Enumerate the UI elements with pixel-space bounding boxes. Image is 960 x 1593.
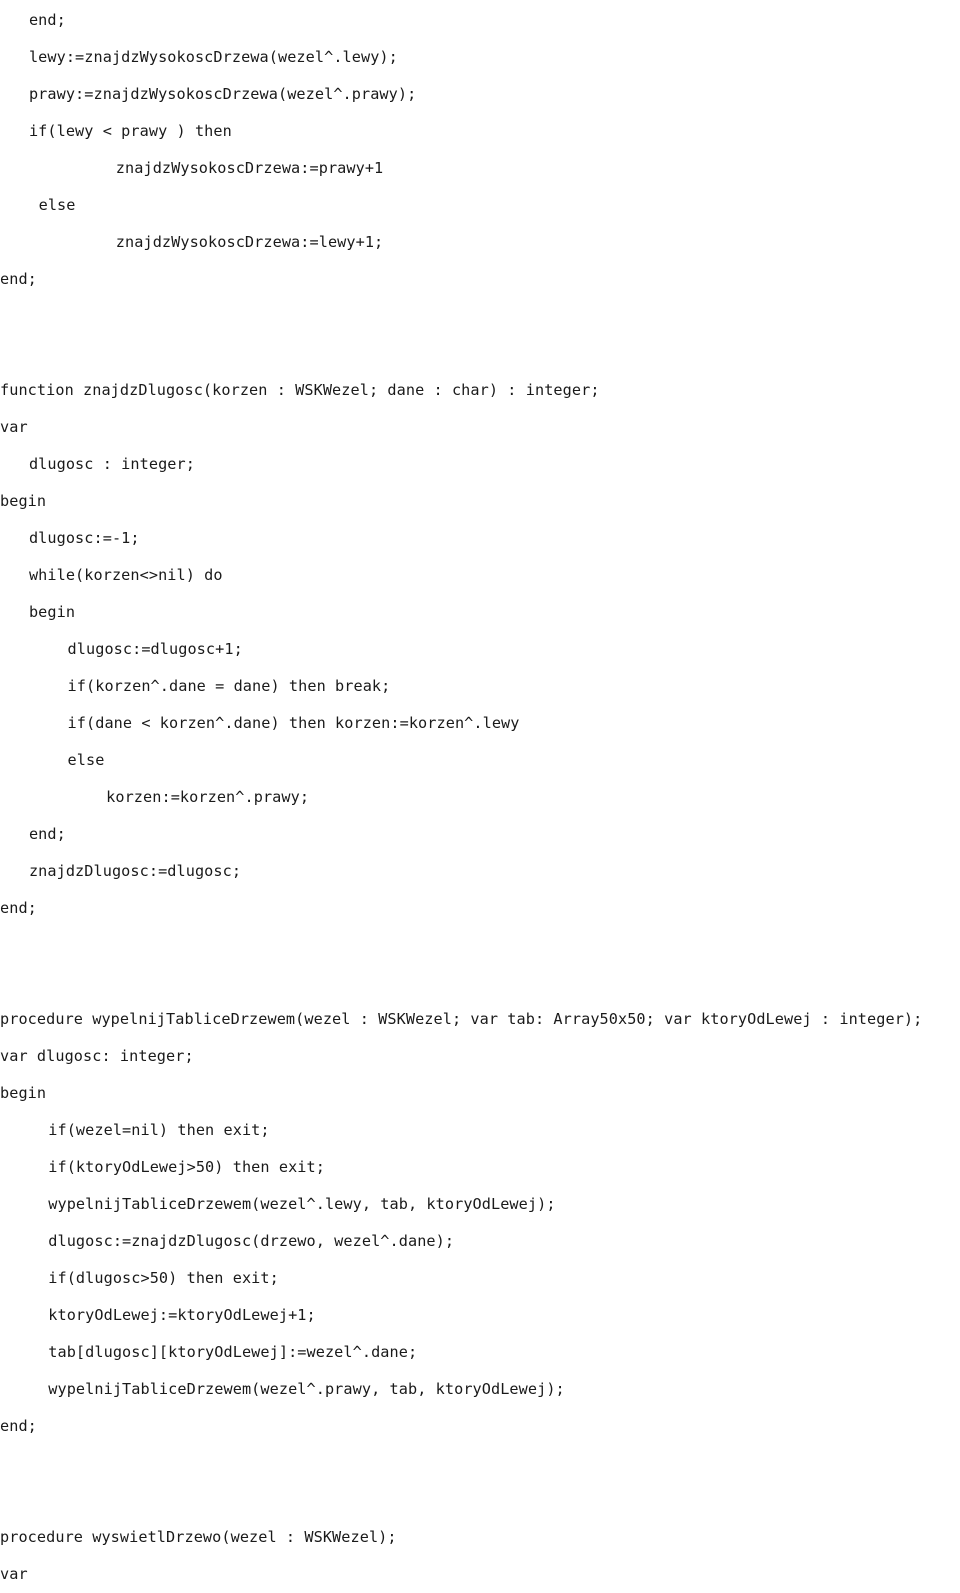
code-line-text: dlugosc:=dlugosc+1; xyxy=(67,640,243,658)
code-line: dlugosc:=dlugosc+1; xyxy=(0,631,960,668)
document-page: end; lewy:=znajdzWysokoscDrzewa(wezel^.le… xyxy=(0,0,960,1583)
code-line-text: prawy:=znajdzWysokoscDrzewa(wezel^.prawy… xyxy=(28,85,417,103)
code-line-text: znajdzDlugosc:=dlugosc; xyxy=(28,862,242,880)
code-line: lewy:=znajdzWysokoscDrzewa(wezel^.lewy); xyxy=(0,39,960,76)
code-line: while(korzen<>nil) do xyxy=(0,557,960,594)
code-line: dlugosc:=znajdzDlugosc(drzewo, wezel^.da… xyxy=(0,1223,960,1260)
code-line: wypelnijTabliceDrzewem(wezel^.lewy, tab,… xyxy=(0,1186,960,1223)
code-line: if(ktoryOdLewej>50) then exit; xyxy=(0,1149,960,1186)
code-line-text: begin xyxy=(28,603,76,621)
code-line: if(wezel=nil) then exit; xyxy=(0,1112,960,1149)
code-line-text: znajdzWysokoscDrzewa:=prawy+1 xyxy=(115,159,384,177)
code-line-text: tab[dlugosc][ktoryOdLewej]:=wezel^.dane; xyxy=(48,1343,418,1361)
code-line: if(lewy < prawy ) then xyxy=(0,113,960,150)
code-line-text: else xyxy=(38,196,76,214)
code-line: begin xyxy=(0,1075,960,1112)
code-line: znajdzDlugosc:=dlugosc; xyxy=(0,853,960,890)
code-line-text: end; xyxy=(28,11,66,29)
code-line-text: end; xyxy=(0,899,37,917)
code-line: korzen:=korzen^.prawy; xyxy=(0,779,960,816)
code-line: function znajdzDlugosc(korzen : WSKWezel… xyxy=(0,372,960,409)
code-line: procedure wypelnijTabliceDrzewem(wezel :… xyxy=(0,1001,960,1038)
code-line-text: if(dlugosc>50) then exit; xyxy=(48,1269,279,1287)
code-line: var xyxy=(0,1556,960,1593)
code-line-text: if(ktoryOdLewej>50) then exit; xyxy=(48,1158,325,1176)
code-line-text: if(korzen^.dane = dane) then break; xyxy=(67,677,391,695)
code-line-text: dlugosc : integer; xyxy=(28,455,195,473)
code-line-text: function znajdzDlugosc(korzen : WSKWezel… xyxy=(0,381,600,399)
code-line: var dlugosc: integer; xyxy=(0,1038,960,1075)
code-line-text: wypelnijTabliceDrzewem(wezel^.lewy, tab,… xyxy=(48,1195,556,1213)
code-line: znajdzWysokoscDrzewa:=lewy+1; xyxy=(0,224,960,261)
code-line-text: dlugosc:=-1; xyxy=(28,529,140,547)
code-line-text: var xyxy=(0,1565,28,1583)
code-line-text: if(wezel=nil) then exit; xyxy=(48,1121,270,1139)
code-line-text: korzen:=korzen^.prawy; xyxy=(106,788,310,806)
code-line-text: var xyxy=(0,418,28,436)
code-line-text: begin xyxy=(0,1084,47,1102)
code-line: if(dane < korzen^.dane) then korzen:=kor… xyxy=(0,705,960,742)
code-line-text: procedure wyswietlDrzewo(wezel : WSKWeze… xyxy=(0,1528,397,1546)
code-line-text: procedure wypelnijTabliceDrzewem(wezel :… xyxy=(0,1010,923,1028)
code-line: end; xyxy=(0,890,960,927)
code-line: else xyxy=(0,187,960,224)
code-line: end; xyxy=(0,261,960,298)
code-line: wypelnijTabliceDrzewem(wezel^.prawy, tab… xyxy=(0,1371,960,1408)
code-listing: end; lewy:=znajdzWysokoscDrzewa(wezel^.le… xyxy=(0,0,960,1593)
code-line: var xyxy=(0,409,960,446)
code-line: dlugosc:=-1; xyxy=(0,520,960,557)
code-line-text: dlugosc:=znajdzDlugosc(drzewo, wezel^.da… xyxy=(48,1232,455,1250)
code-line-text: while(korzen<>nil) do xyxy=(28,566,223,584)
code-line: if(dlugosc>50) then exit; xyxy=(0,1260,960,1297)
code-line-text: if(dane < korzen^.dane) then korzen:=kor… xyxy=(67,714,520,732)
code-line-text: end; xyxy=(0,270,37,288)
code-line: else xyxy=(0,742,960,779)
code-line: prawy:=znajdzWysokoscDrzewa(wezel^.prawy… xyxy=(0,76,960,113)
code-line-text: znajdzWysokoscDrzewa:=lewy+1; xyxy=(115,233,384,251)
code-line: end; xyxy=(0,816,960,853)
code-line-text: end; xyxy=(28,825,66,843)
code-line: if(korzen^.dane = dane) then break; xyxy=(0,668,960,705)
code-line: dlugosc : integer; xyxy=(0,446,960,483)
code-line-text: wypelnijTabliceDrzewem(wezel^.prawy, tab… xyxy=(48,1380,565,1398)
code-line: end; xyxy=(0,2,960,39)
code-line-text: if(lewy < prawy ) then xyxy=(28,122,232,140)
code-line-text: else xyxy=(67,751,105,769)
code-line: ktoryOdLewej:=ktoryOdLewej+1; xyxy=(0,1297,960,1334)
code-line: end; xyxy=(0,1408,960,1445)
code-line-text: var dlugosc: integer; xyxy=(0,1047,194,1065)
code-line-text: lewy:=znajdzWysokoscDrzewa(wezel^.lewy); xyxy=(28,48,398,66)
code-line: procedure wyswietlDrzewo(wezel : WSKWeze… xyxy=(0,1519,960,1556)
code-line: tab[dlugosc][ktoryOdLewej]:=wezel^.dane; xyxy=(0,1334,960,1371)
code-line-text: ktoryOdLewej:=ktoryOdLewej+1; xyxy=(48,1306,316,1324)
code-line: begin xyxy=(0,483,960,520)
code-line: begin xyxy=(0,594,960,631)
code-line: znajdzWysokoscDrzewa:=prawy+1 xyxy=(0,150,960,187)
code-line-text: end; xyxy=(0,1417,37,1435)
code-line-text: begin xyxy=(0,492,47,510)
